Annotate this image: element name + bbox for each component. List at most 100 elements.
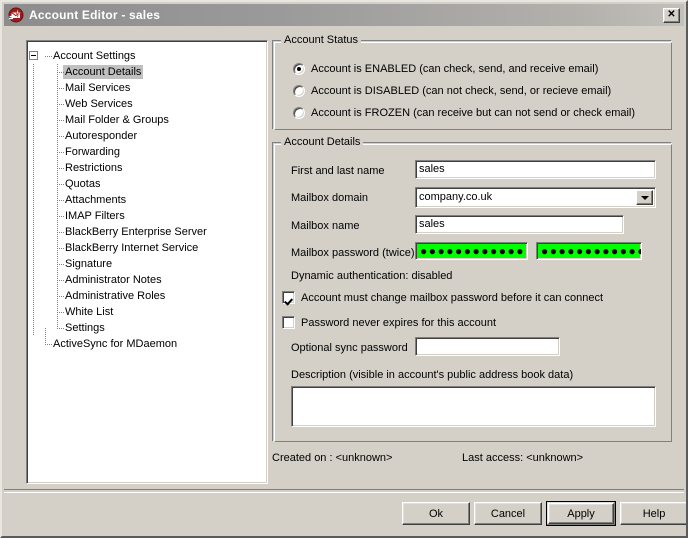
radio-disabled-label: Account is DISABLED (can not check, send… <box>311 85 612 97</box>
apply-button[interactable]: Apply <box>546 501 616 526</box>
tree-branch-gutter <box>51 224 65 240</box>
tree-trunk-gutter <box>27 160 39 176</box>
tree-branch-gutter <box>51 64 65 80</box>
collapse-minus-icon[interactable] <box>29 51 38 60</box>
tree-trunk-gutter <box>27 320 39 336</box>
tree-item-settings[interactable]: Settings <box>27 320 267 336</box>
mailbox-domain-value: company.co.uk <box>419 191 493 203</box>
mailbox-domain-combo[interactable]: company.co.uk <box>415 187 656 208</box>
help-button[interactable]: Help <box>620 502 686 525</box>
tree-item-attachments[interactable]: Attachments <box>27 192 267 208</box>
button-bar-divider <box>4 489 684 493</box>
tree-item-label: Attachments <box>65 194 127 206</box>
checkbox-must-change-indicator <box>282 291 295 304</box>
checkbox-password-never-expires[interactable]: Password never expires for this account <box>282 316 496 329</box>
radio-enabled-indicator <box>293 63 305 75</box>
tree-item-label: Signature <box>65 258 113 270</box>
radio-enabled-label: Account is ENABLED (can check, send, and… <box>311 63 599 75</box>
ok-button[interactable]: Ok <box>402 502 470 525</box>
tree-item-account-details[interactable]: Account Details <box>27 64 267 80</box>
tree-item-blackberry-enterprise-server[interactable]: BlackBerry Enterprise Server <box>27 224 267 240</box>
radio-account-disabled[interactable]: Account is DISABLED (can not check, send… <box>293 85 611 97</box>
chevron-down-icon[interactable] <box>636 190 653 205</box>
first-last-name-input[interactable]: sales <box>415 160 656 179</box>
tree-trunk-gutter <box>27 128 39 144</box>
checkbox-must-change-password[interactable]: Account must change mailbox password bef… <box>282 291 603 304</box>
account-editor-window: Account Editor - sales ✕ Account Setting… <box>0 0 688 538</box>
tree-item-label: Account Details <box>63 65 144 79</box>
tree-item-restrictions[interactable]: Restrictions <box>27 160 267 176</box>
tree-item-administrator-notes[interactable]: Administrator Notes <box>27 272 267 288</box>
tree-item-label: White List <box>65 306 114 318</box>
tree-item-label: BlackBerry Internet Service <box>65 242 199 254</box>
tree-branch-gutter <box>51 96 65 112</box>
checkbox-must-change-label: Account must change mailbox password bef… <box>301 291 604 304</box>
tree-branch-gutter <box>51 192 65 208</box>
tree-branch-gutter <box>51 80 65 96</box>
tree-branch-gutter <box>51 304 65 320</box>
mailbox-name-label: Mailbox name <box>291 220 360 232</box>
mailbox-password-label: Mailbox password (twice) <box>291 247 415 259</box>
tree-trunk-gutter <box>27 192 39 208</box>
radio-frozen-indicator <box>293 107 305 119</box>
tree-item-quotas[interactable]: Quotas <box>27 176 267 192</box>
tree-item-mail-folder-groups[interactable]: Mail Folder & Groups <box>27 112 267 128</box>
description-label: Description (visible in account's public… <box>291 369 574 381</box>
tree-branch-gutter <box>51 128 65 144</box>
settings-tree[interactable]: Account Settings Account Details Mail Serv… <box>26 40 268 484</box>
tree-item-white-list[interactable]: White List <box>27 304 267 320</box>
tree-item-account-settings[interactable]: Account Settings <box>27 48 267 64</box>
tree-item-signature[interactable]: Signature <box>27 256 267 272</box>
tree-trunk-gutter <box>27 80 39 96</box>
tree-trunk-gutter <box>27 272 39 288</box>
tree-trunk-gutter <box>27 224 39 240</box>
mailbox-name-input[interactable]: sales <box>415 215 624 234</box>
tree-item-label: Settings <box>65 322 105 334</box>
tree-item-label: Administrator Notes <box>65 274 162 286</box>
radio-account-frozen[interactable]: Account is FROZEN (can receive but can n… <box>293 107 635 119</box>
tree-item-label: ActiveSync for MDaemon <box>53 338 178 350</box>
last-access-text: Last access: <unknown> <box>462 452 584 464</box>
mailbox-password-input-2[interactable]: ●●●●●●●●●●●● <box>536 242 642 260</box>
sync-password-label: Optional sync password <box>291 342 408 354</box>
checkbox-never-expires-indicator <box>282 316 295 329</box>
tree-item-label: Mail Folder & Groups <box>65 114 169 126</box>
cancel-button[interactable]: Cancel <box>474 502 542 525</box>
tree-trunk-gutter <box>27 208 39 224</box>
tree-item-label: BlackBerry Enterprise Server <box>65 226 207 238</box>
close-icon[interactable]: ✕ <box>663 7 680 23</box>
tree-item-autoresponder[interactable]: Autoresponder <box>27 128 267 144</box>
description-input[interactable] <box>291 386 656 427</box>
tree-branch-gutter <box>51 144 65 160</box>
radio-account-enabled[interactable]: Account is ENABLED (can check, send, and… <box>293 63 598 75</box>
tree-item-label: Restrictions <box>65 162 123 174</box>
tree-trunk-gutter <box>27 112 39 128</box>
radio-frozen-label: Account is FROZEN (can receive but can n… <box>311 107 636 119</box>
title-bar: Account Editor - sales ✕ <box>4 4 684 26</box>
checkbox-never-expires-label: Password never expires for this account <box>301 316 497 329</box>
tree-item-imap-filters[interactable]: IMAP Filters <box>27 208 267 224</box>
tree-branch-gutter <box>51 208 65 224</box>
tree-item-blackberry-internet-service[interactable]: BlackBerry Internet Service <box>27 240 267 256</box>
tree-item-label: Forwarding <box>65 146 121 158</box>
tree-item-forwarding[interactable]: Forwarding <box>27 144 267 160</box>
tree-item-web-services[interactable]: Web Services <box>27 96 267 112</box>
tree-item-mail-services[interactable]: Mail Services <box>27 80 267 96</box>
mailbox-password-input-1[interactable]: ●●●●●●●●●●●● <box>415 242 528 260</box>
tree-branch-gutter <box>39 48 53 64</box>
mailbox-domain-label: Mailbox domain <box>291 192 369 204</box>
tree-branch-gutter <box>51 288 65 304</box>
first-last-name-label: First and last name <box>291 165 385 177</box>
tree-item-administrative-roles[interactable]: Administrative Roles <box>27 288 267 304</box>
tree-branch-gutter <box>39 328 53 352</box>
sync-password-input[interactable] <box>415 337 560 356</box>
tree-trunk-gutter <box>27 256 39 272</box>
tree-item-label: Administrative Roles <box>65 290 166 302</box>
account-status-legend: Account Status <box>281 34 361 46</box>
tree-trunk-gutter <box>27 288 39 304</box>
apply-button-label: Apply <box>567 507 595 520</box>
tree-branch-gutter <box>51 112 65 128</box>
tree-item-label: Web Services <box>65 98 133 110</box>
dialog-client-area: Account Settings Account Details Mail Serv… <box>4 26 686 534</box>
tree-item-activesync-for-mdaemon[interactable]: ActiveSync for MDaemon <box>27 328 267 352</box>
